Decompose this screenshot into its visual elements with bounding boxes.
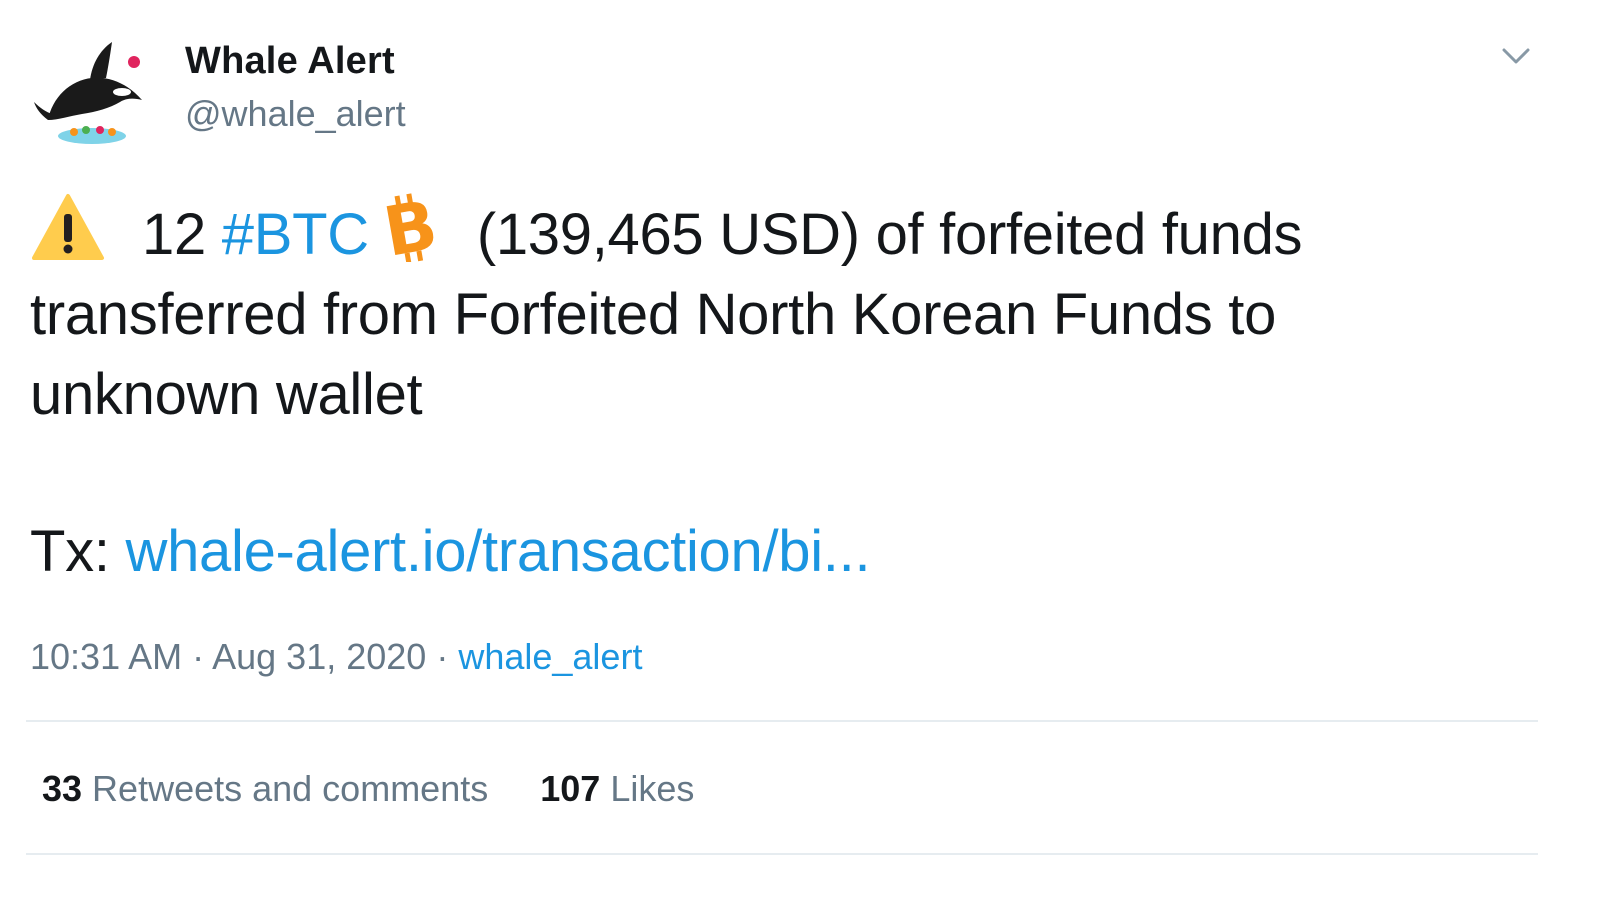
meta-separator: · <box>182 636 213 677</box>
tweet-source-link[interactable]: whale_alert <box>458 636 642 677</box>
transaction-link[interactable]: whale-alert.io/transaction/bi... <box>125 519 870 584</box>
tweet-card: Whale Alert @whale_alert 12 #BTC B (139,… <box>0 0 1600 900</box>
meta-separator: · <box>426 636 459 677</box>
tx-label: Tx: <box>30 519 110 584</box>
bitcoin-icon: B <box>381 192 441 262</box>
user-handle[interactable]: @whale_alert <box>185 93 406 135</box>
retweets-count: 33 <box>42 768 83 809</box>
tweet-time[interactable]: 10:31 AM <box>30 636 182 677</box>
tweet-stats: 33 Retweets and comments 107 Likes <box>42 768 694 810</box>
divider <box>26 720 1538 722</box>
tweet-date[interactable]: Aug 31, 2020 <box>212 636 426 677</box>
tweet-text: 12 #BTC B (139,465 USD) of forfeited fun… <box>30 192 1390 435</box>
orca-whale-avatar-icon <box>30 28 154 152</box>
likes-count: 107 <box>540 768 601 809</box>
likes-stat[interactable]: 107 Likes <box>540 768 694 810</box>
warning-sign-icon <box>30 192 106 262</box>
user-display-name[interactable]: Whale Alert <box>185 40 395 83</box>
retweets-stat[interactable]: 33 Retweets and comments <box>42 768 488 810</box>
tweet-meta: 10:31 AM · Aug 31, 2020 · whale_alert <box>30 636 642 678</box>
chevron-down-icon[interactable] <box>1496 40 1536 72</box>
divider <box>26 853 1538 855</box>
hashtag-btc-link[interactable]: #BTC <box>222 202 369 267</box>
likes-label: Likes <box>610 768 695 809</box>
btc-amount: 12 <box>142 202 206 267</box>
tx-line: Tx: whale-alert.io/transaction/bi... <box>30 512 871 592</box>
retweets-label: Retweets and comments <box>92 768 489 809</box>
avatar[interactable] <box>30 28 154 152</box>
